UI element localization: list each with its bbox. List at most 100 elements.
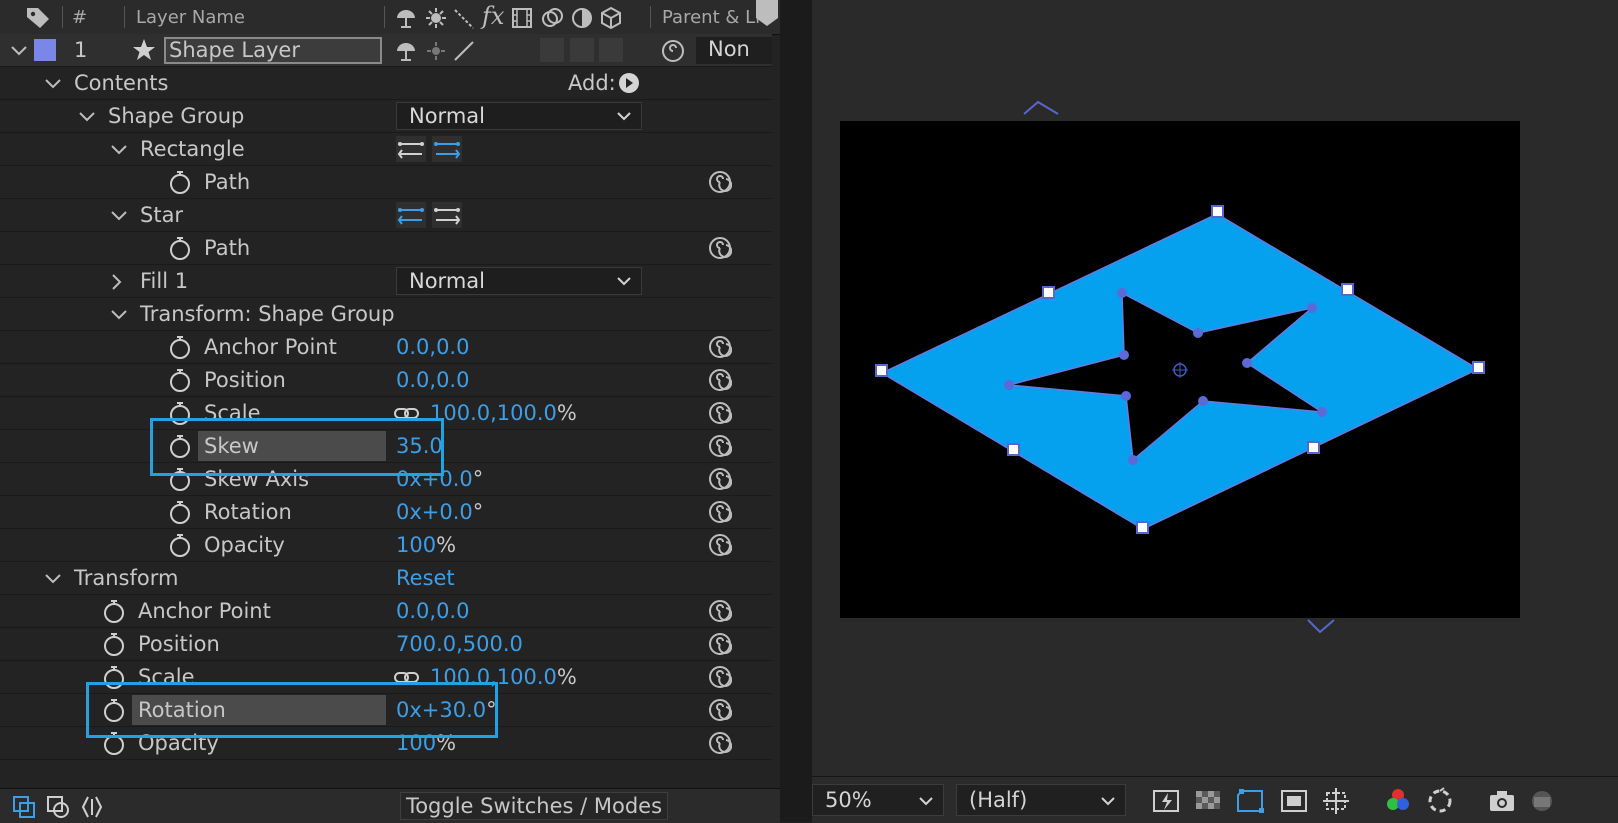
shy-icon[interactable]: [394, 6, 418, 30]
group-position-row[interactable]: Position 0.0,0.0: [0, 364, 772, 397]
region-of-interest-icon[interactable]: [1280, 787, 1310, 815]
expression-spiral-icon[interactable]: [708, 665, 732, 689]
chevron-down-icon[interactable]: [110, 143, 128, 157]
chevron-down-icon[interactable]: [10, 44, 28, 58]
column-number-header[interactable]: #: [72, 7, 87, 28]
stopwatch-icon[interactable]: [168, 500, 192, 524]
stopwatch-icon[interactable]: [168, 368, 192, 392]
in-out-stretch-icon[interactable]: [80, 795, 104, 819]
star-path-row[interactable]: Path: [0, 232, 772, 265]
contents-row[interactable]: Contents Add:: [0, 67, 772, 100]
chevron-down-icon[interactable]: [44, 77, 62, 91]
expression-spiral-icon[interactable]: [708, 467, 732, 491]
group-anchor-row[interactable]: Anchor Point 0.0,0.0: [0, 331, 772, 364]
expression-spiral-icon[interactable]: [708, 236, 732, 260]
fill-blend-mode-dropdown[interactable]: Normal: [396, 267, 642, 295]
blend-mode-value[interactable]: Normal: [409, 104, 485, 128]
layer-switches-icon[interactable]: [12, 795, 36, 819]
toggle-switches-modes-button[interactable]: Toggle Switches / Modes: [400, 792, 668, 820]
motion-blur-icon[interactable]: [540, 5, 566, 31]
expression-spiral-icon[interactable]: [708, 368, 732, 392]
mask-path-visibility-icon[interactable]: [1236, 787, 1266, 815]
parent-dropdown[interactable]: Non: [696, 37, 772, 64]
fast-previews-icon[interactable]: [1152, 787, 1182, 815]
expression-spiral-icon[interactable]: [708, 500, 732, 524]
chevron-down-icon[interactable]: [78, 110, 96, 124]
group-transform-row[interactable]: Transform: Shape Group: [0, 298, 772, 331]
expression-spiral-icon[interactable]: [708, 170, 732, 194]
add-play-icon[interactable]: [618, 72, 640, 94]
frame-blending-icon[interactable]: [510, 6, 534, 30]
quality-icon[interactable]: [452, 6, 476, 30]
collapse-transform-icon[interactable]: [424, 6, 448, 30]
parent-value[interactable]: Non: [708, 37, 750, 61]
switch-box[interactable]: [599, 38, 623, 62]
panel-divider[interactable]: [780, 0, 812, 822]
stopwatch-icon[interactable]: [168, 170, 192, 194]
resolution-dropdown[interactable]: (Half): [956, 784, 1126, 816]
expression-spiral-icon[interactable]: [708, 434, 732, 458]
pick-whip-icon[interactable]: [660, 38, 686, 64]
panel-menu-icon[interactable]: [756, 0, 778, 28]
layer-row[interactable]: 1 Shape Layer Non: [0, 34, 772, 67]
expression-spiral-icon[interactable]: [708, 698, 732, 722]
rectangle-path-row[interactable]: Path: [0, 166, 772, 199]
expression-spiral-icon[interactable]: [708, 533, 732, 557]
layer-name-field[interactable]: Shape Layer: [164, 37, 382, 64]
chevron-down-icon[interactable]: [44, 572, 62, 586]
expression-spiral-icon[interactable]: [708, 335, 732, 359]
layer-transform-row[interactable]: Transform Reset: [0, 562, 772, 595]
stopwatch-icon[interactable]: [168, 236, 192, 260]
rotation-value[interactable]: 0x+0.0°: [396, 500, 483, 524]
reset-exposure-icon[interactable]: [1426, 787, 1456, 815]
stopwatch-icon[interactable]: [168, 533, 192, 557]
transfer-controls-icon[interactable]: [46, 795, 70, 819]
path-direction-forward-icon[interactable]: [432, 202, 462, 228]
group-opacity-row[interactable]: Opacity 100%: [0, 529, 772, 562]
stopwatch-icon[interactable]: [168, 335, 192, 359]
position-value[interactable]: 700.0,500.0: [396, 632, 523, 656]
effects-icon[interactable]: fx: [482, 2, 504, 30]
path-direction-forward-icon[interactable]: [432, 136, 462, 162]
path-direction-reverse-icon[interactable]: [396, 202, 426, 228]
layer-anchor-row[interactable]: Anchor Point 0.0,0.0: [0, 595, 772, 628]
label-color-swatch[interactable]: [34, 39, 56, 61]
show-snapshot-icon[interactable]: [1528, 787, 1558, 815]
collapse-switch-icon[interactable]: [424, 39, 448, 63]
switch-box[interactable]: [570, 38, 594, 62]
zoom-value[interactable]: 50%: [825, 788, 872, 812]
expression-spiral-icon[interactable]: [708, 731, 732, 755]
stopwatch-icon[interactable]: [102, 599, 126, 623]
expression-spiral-icon[interactable]: [708, 599, 732, 623]
path-direction-reverse-icon[interactable]: [396, 136, 426, 162]
chevron-down-icon[interactable]: [110, 209, 128, 223]
expression-spiral-icon[interactable]: [708, 401, 732, 425]
opacity-value[interactable]: 100%: [396, 533, 456, 557]
transparency-grid-icon[interactable]: [1194, 787, 1224, 815]
adjustment-layer-icon[interactable]: [570, 6, 594, 30]
expression-spiral-icon[interactable]: [708, 632, 732, 656]
channel-rgb-icon[interactable]: [1384, 787, 1414, 815]
column-layer-name-header[interactable]: Layer Name: [136, 7, 245, 28]
zoom-dropdown[interactable]: 50%: [812, 784, 944, 816]
layer-name-text[interactable]: Shape Layer: [169, 38, 300, 62]
blend-mode-dropdown[interactable]: Normal: [396, 102, 642, 130]
snapshot-camera-icon[interactable]: [1488, 787, 1518, 815]
scale-value[interactable]: 100.0,100.0%: [430, 401, 577, 425]
chevron-right-icon[interactable]: [110, 273, 124, 291]
star-row[interactable]: Star: [0, 199, 772, 232]
layer-position-row[interactable]: Position 700.0,500.0: [0, 628, 772, 661]
anchor-point-value[interactable]: 0.0,0.0: [396, 599, 469, 623]
fill-blend-mode-value[interactable]: Normal: [409, 269, 485, 293]
3d-layer-icon[interactable]: [599, 6, 623, 30]
label-tag-icon[interactable]: [24, 5, 52, 29]
stopwatch-icon[interactable]: [102, 632, 126, 656]
group-rotation-row[interactable]: Rotation 0x+0.0°: [0, 496, 772, 529]
shy-switch-icon[interactable]: [394, 39, 418, 63]
switch-box[interactable]: [540, 38, 564, 62]
shape-group-row[interactable]: Shape Group Normal: [0, 100, 772, 133]
column-parent-header[interactable]: Parent & Li: [662, 7, 760, 28]
fill-row[interactable]: Fill 1 Normal: [0, 265, 772, 298]
grid-guides-icon[interactable]: [1322, 787, 1352, 815]
rectangle-row[interactable]: Rectangle: [0, 133, 772, 166]
